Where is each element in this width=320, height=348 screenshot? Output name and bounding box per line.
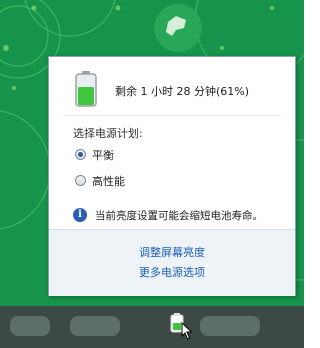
taskbar [0,306,304,348]
taskbar-blur [70,316,120,336]
power-plan-header: 选择电源计划: [73,127,143,140]
brightness-warning-text: 当前亮度设置可能会缩短电池寿命。 [95,210,263,222]
battery-popup: 剩余 1 小时 28 分钟(61%) 选择电源计划: 平衡 高性能 i 当前亮度… [48,56,296,296]
links-panel: 调整屏幕亮度 更多电源选项 [49,229,295,296]
battery-remaining-text: 剩余 1 小时 28 分钟(61%) [115,85,250,98]
battery-status: 剩余 1 小时 28 分钟(61%) [75,69,285,109]
plan-label-balanced[interactable]: 平衡 [92,147,114,163]
info-icon: i [73,208,87,222]
taskbar-blur [200,316,260,336]
taskbar-blur [10,316,50,336]
plan-label-high-performance[interactable]: 高性能 [92,173,125,189]
desktop: 剩余 1 小时 28 分钟(61%) 选择电源计划: 平衡 高性能 i 当前亮度… [0,0,304,348]
mouse-cursor-icon [181,322,193,340]
divider [63,115,281,116]
radio-button-unselected[interactable] [75,175,86,186]
radio-button-selected[interactable] [75,149,86,160]
adjust-brightness-link[interactable]: 调整屏幕亮度 [49,244,295,260]
more-power-options-link[interactable]: 更多电源选项 [49,264,295,280]
battery-icon [75,71,97,107]
